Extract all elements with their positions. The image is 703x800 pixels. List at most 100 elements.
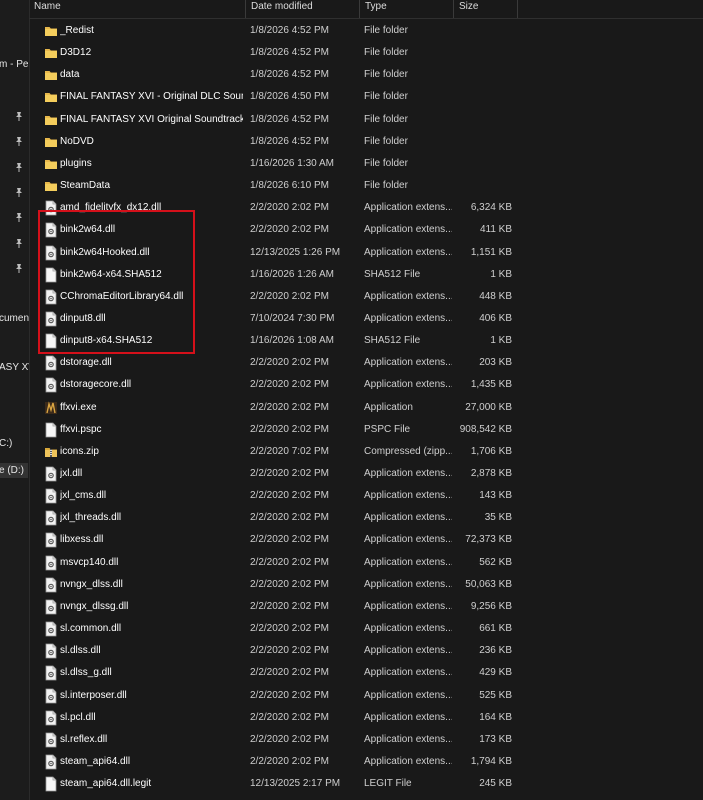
nav-item-drive-d[interactable]: e (D:)	[0, 463, 28, 478]
file-type: Application extens...	[364, 534, 452, 546]
file-date-modified: 1/8/2026 4:52 PM	[250, 135, 329, 147]
file-type: Application extens...	[364, 755, 452, 767]
file-date-modified: 2/2/2020 2:02 PM	[250, 645, 329, 657]
file-date-modified: 2/2/2020 2:02 PM	[250, 623, 329, 635]
file-name: _Redist	[60, 25, 94, 36]
file-row[interactable]: steam_api64.dll 2/2/2020 2:02 PM Applicati…	[29, 751, 703, 773]
pin-icon[interactable]	[15, 136, 23, 147]
file-date-modified: 12/13/2025 2:17 PM	[250, 778, 341, 790]
dll-file-icon	[44, 311, 58, 327]
column-header-type[interactable]: Type	[360, 0, 453, 18]
pin-icon[interactable]	[15, 238, 23, 248]
file-size: 245 KB	[479, 778, 512, 790]
file-row[interactable]: data 1/8/2026 4:52 PM File folder	[29, 64, 703, 86]
file-type: Application extens...	[364, 711, 452, 723]
file-type: File folder	[364, 69, 408, 81]
dll-file-icon	[44, 577, 58, 593]
file-row[interactable]: msvcp140.dll 2/2/2020 2:02 PM Application …	[29, 552, 703, 574]
nav-item-documents[interactable]: cumen	[0, 313, 29, 324]
file-row[interactable]: ffxvi.exe 2/2/2020 2:02 PM Application 27,0…	[29, 397, 703, 419]
pin-icon[interactable]	[15, 263, 23, 273]
file-row[interactable]: bink2w64-x64.SHA512 1/16/2026 1:26 AM SHA5…	[29, 264, 703, 286]
file-size: 525 KB	[479, 689, 512, 701]
file-row[interactable]: jxl_cms.dll 2/2/2020 2:02 PM Application e…	[29, 485, 703, 507]
file-date-modified: 1/8/2026 4:52 PM	[250, 69, 329, 81]
nav-item-gallery[interactable]: m - Pe	[0, 59, 28, 70]
folder-icon	[44, 112, 58, 128]
dll-file-icon	[44, 510, 58, 526]
pin-icon[interactable]	[15, 212, 23, 223]
file-date-modified: 1/16/2026 1:30 AM	[250, 157, 334, 169]
nav-item-ffxvi[interactable]: ASY XV	[0, 362, 29, 373]
file-type: Application extens...	[364, 689, 452, 701]
file-row[interactable]: FINAL FANTASY XVI - Original DLC Soun...…	[29, 86, 703, 108]
file-row[interactable]: dinput8-x64.SHA512 1/16/2026 1:08 AM SHA51…	[29, 330, 703, 352]
file-row[interactable]: dstorage.dll 2/2/2020 2:02 PM Application …	[29, 352, 703, 374]
file-type: SHA512 File	[364, 335, 421, 347]
file-row[interactable]: plugins 1/16/2026 1:30 AM File folder	[29, 153, 703, 175]
file-row[interactable]: jxl.dll 2/2/2020 2:02 PM Application exten…	[29, 463, 703, 485]
column-header-name[interactable]: Name	[29, 0, 245, 18]
file-row[interactable]: sl.dlss_g.dll 2/2/2020 2:02 PM Application…	[29, 662, 703, 684]
file-row[interactable]: bink2w64Hooked.dll 12/13/2025 1:26 PM Appl…	[29, 242, 703, 264]
file-name: FINAL FANTASY XVI Original Soundtrack	[60, 113, 243, 125]
file-size: 9,256 KB	[470, 600, 512, 612]
file-type: Application extens...	[364, 556, 452, 568]
file-row[interactable]: FINAL FANTASY XVI Original Soundtrack 1/8…	[29, 109, 703, 131]
column-header-bar: Name Date modified Type Size	[29, 0, 703, 19]
dll-file-icon	[44, 621, 58, 637]
file-type: Application extens...	[364, 379, 452, 391]
file-row[interactable]: nvngx_dlssg.dll 2/2/2020 2:02 PM Applicati…	[29, 596, 703, 618]
file-size: 203 KB	[479, 357, 512, 369]
file-row[interactable]: NoDVD 1/8/2026 4:52 PM File folder	[29, 131, 703, 153]
file-name: nvngx_dlssg.dll	[60, 600, 129, 612]
file-name: FINAL FANTASY XVI - Original DLC Soun...	[60, 91, 243, 103]
pin-icon[interactable]	[15, 111, 23, 121]
pin-icon[interactable]	[15, 187, 23, 197]
file-row[interactable]: _Redist 1/8/2026 4:52 PM File folder	[29, 20, 703, 42]
file-name: SteamData	[60, 180, 111, 192]
file-row[interactable]: bink2w64.dll 2/2/2020 2:02 PM Application …	[29, 219, 703, 241]
file-row[interactable]: jxl_threads.dll 2/2/2020 2:02 PM Applicati…	[29, 507, 703, 529]
file-type: Application extens...	[364, 667, 452, 679]
file-row[interactable]: ffxvi.pspc 2/2/2020 2:02 PM PSPC File 908,5…	[29, 419, 703, 441]
column-header-date[interactable]: Date modified	[246, 0, 359, 18]
file-type: Application extens...	[364, 512, 452, 524]
file-type: File folder	[364, 157, 408, 169]
file-row[interactable]: icons.zip 2/2/2020 7:02 PM Compressed (zip…	[29, 441, 703, 463]
file-row[interactable]: libxess.dll 2/2/2020 2:02 PM Application e…	[29, 529, 703, 551]
file-row[interactable]: dstoragecore.dll 2/2/2020 2:02 PM Applicat…	[29, 374, 703, 396]
pin-icon[interactable]	[15, 162, 23, 172]
folder-icon	[44, 67, 58, 83]
file-row[interactable]: sl.pcl.dll 2/2/2020 2:02 PM Application ex…	[29, 707, 703, 729]
nav-item-drive-c[interactable]: C:)	[0, 438, 12, 449]
file-row[interactable]: sl.reflex.dll 2/2/2020 2:02 PM Application…	[29, 729, 703, 751]
dll-file-icon	[44, 710, 58, 726]
column-header-size[interactable]: Size	[454, 0, 517, 18]
file-size: 1,794 KB	[470, 755, 512, 767]
file-row[interactable]: sl.common.dll 2/2/2020 2:02 PM Application…	[29, 618, 703, 640]
file-size: 173 KB	[479, 733, 512, 745]
folder-icon	[44, 156, 58, 172]
column-divider[interactable]	[517, 0, 518, 18]
file-name: sl.pcl.dll	[60, 711, 96, 723]
file-type: File folder	[364, 180, 408, 192]
folder-icon	[44, 178, 58, 194]
file-row[interactable]: D3D12 1/8/2026 4:52 PM File folder	[29, 42, 703, 64]
file-row[interactable]: sl.interposer.dll 2/2/2020 2:02 PM Applica…	[29, 685, 703, 707]
file-name: D3D12	[60, 47, 92, 59]
file-row[interactable]: amd_fidelityfx_dx12.dll 2/2/2020 2:02 PM A…	[29, 197, 703, 219]
file-row[interactable]: dinput8.dll 7/10/2024 7:30 PM Application …	[29, 308, 703, 330]
file-name: bink2w64Hooked.dll	[60, 246, 150, 258]
file-date-modified: 2/2/2020 2:02 PM	[250, 490, 329, 502]
file-row[interactable]: CChromaEditorLibrary64.dll 2/2/2020 2:02 …	[29, 286, 703, 308]
file-date-modified: 1/8/2026 6:10 PM	[250, 180, 329, 192]
file-row[interactable]: SteamData 1/8/2026 6:10 PM File folder	[29, 175, 703, 197]
generic-file-icon	[44, 333, 58, 349]
file-row[interactable]: sl.dlss.dll 2/2/2020 2:02 PM Application e…	[29, 640, 703, 662]
file-type: Application extens...	[364, 224, 452, 236]
file-type: Application extens...	[364, 357, 452, 369]
file-row[interactable]: steam_api64.dll.legit 12/13/2025 2:17 PM L…	[29, 773, 703, 795]
file-row[interactable]: nvngx_dlss.dll 2/2/2020 2:02 PM Applicatio…	[29, 574, 703, 596]
file-size: 562 KB	[479, 556, 512, 568]
